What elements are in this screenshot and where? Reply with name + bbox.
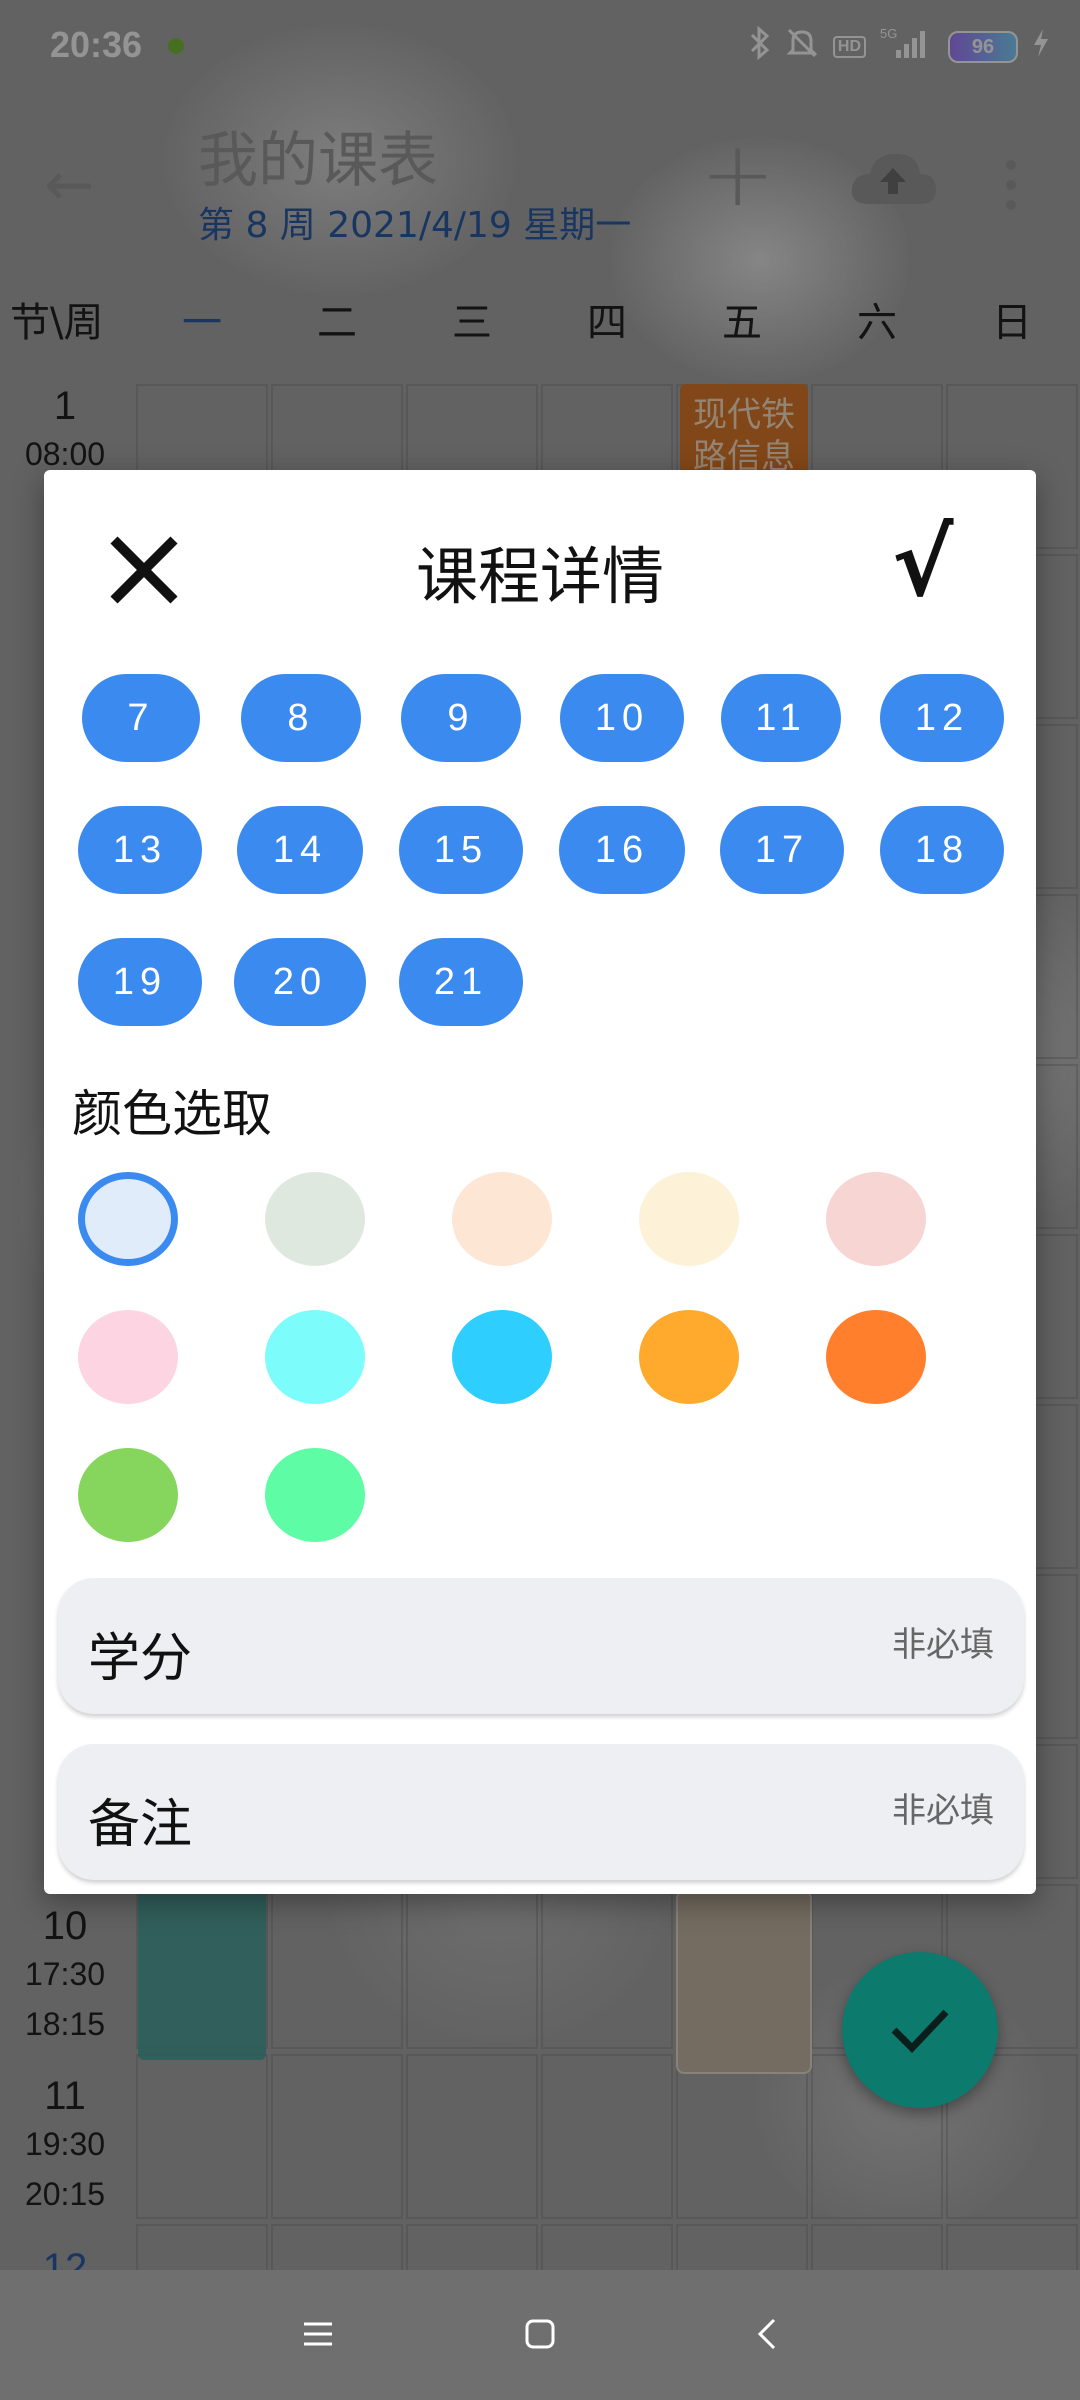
- remark-field[interactable]: 备注: [58, 1744, 1024, 1880]
- week-pill[interactable]: 11: [721, 674, 841, 762]
- color-swatch[interactable]: [826, 1172, 926, 1266]
- remark-label: 备注: [88, 1795, 193, 1855]
- back-nav-icon[interactable]: [728, 2300, 808, 2370]
- week-pill[interactable]: 13: [78, 806, 202, 894]
- week-pill[interactable]: 9: [401, 674, 521, 762]
- color-swatch[interactable]: [452, 1172, 552, 1266]
- color-swatch[interactable]: [78, 1310, 178, 1404]
- color-swatch[interactable]: [639, 1310, 739, 1404]
- week-pill[interactable]: 10: [560, 674, 684, 762]
- color-swatch[interactable]: [639, 1172, 739, 1266]
- credit-input[interactable]: [572, 1612, 996, 1678]
- course-detail-dialog: 课程详情 √ 7 8 9 10 11 12 13 14 15 16 17 18 …: [44, 470, 1036, 1894]
- color-swatch[interactable]: [78, 1172, 178, 1266]
- credit-field[interactable]: 学分: [58, 1578, 1024, 1714]
- week-pill[interactable]: 19: [78, 938, 202, 1026]
- week-pill[interactable]: 12: [880, 674, 1004, 762]
- remark-input[interactable]: [572, 1778, 996, 1844]
- week-pill[interactable]: 21: [399, 938, 523, 1026]
- color-swatch[interactable]: [452, 1310, 552, 1404]
- color-swatch[interactable]: [265, 1310, 365, 1404]
- color-section-label: 颜色选取: [72, 1085, 272, 1143]
- confirm-check-button[interactable]: √: [892, 510, 953, 617]
- color-swatch[interactable]: [265, 1172, 365, 1266]
- week-pill[interactable]: 7: [82, 674, 200, 762]
- menu-nav-icon[interactable]: [278, 2300, 358, 2370]
- week-pill[interactable]: 8: [241, 674, 361, 762]
- week-pill[interactable]: 14: [237, 806, 363, 894]
- week-pill[interactable]: 15: [399, 806, 523, 894]
- dialog-title: 课程详情: [415, 540, 664, 613]
- week-pill[interactable]: 18: [880, 806, 1004, 894]
- week-pill[interactable]: 20: [234, 938, 366, 1026]
- confirm-fab[interactable]: [842, 1952, 998, 2108]
- color-swatch[interactable]: [265, 1448, 365, 1542]
- color-swatch[interactable]: [78, 1448, 178, 1542]
- week-pill[interactable]: 17: [720, 806, 844, 894]
- color-swatch[interactable]: [826, 1310, 926, 1404]
- credit-label: 学分: [88, 1629, 193, 1689]
- week-pill[interactable]: 16: [559, 806, 685, 894]
- home-nav-icon[interactable]: [500, 2300, 580, 2370]
- system-nav-bar: [0, 2270, 1080, 2400]
